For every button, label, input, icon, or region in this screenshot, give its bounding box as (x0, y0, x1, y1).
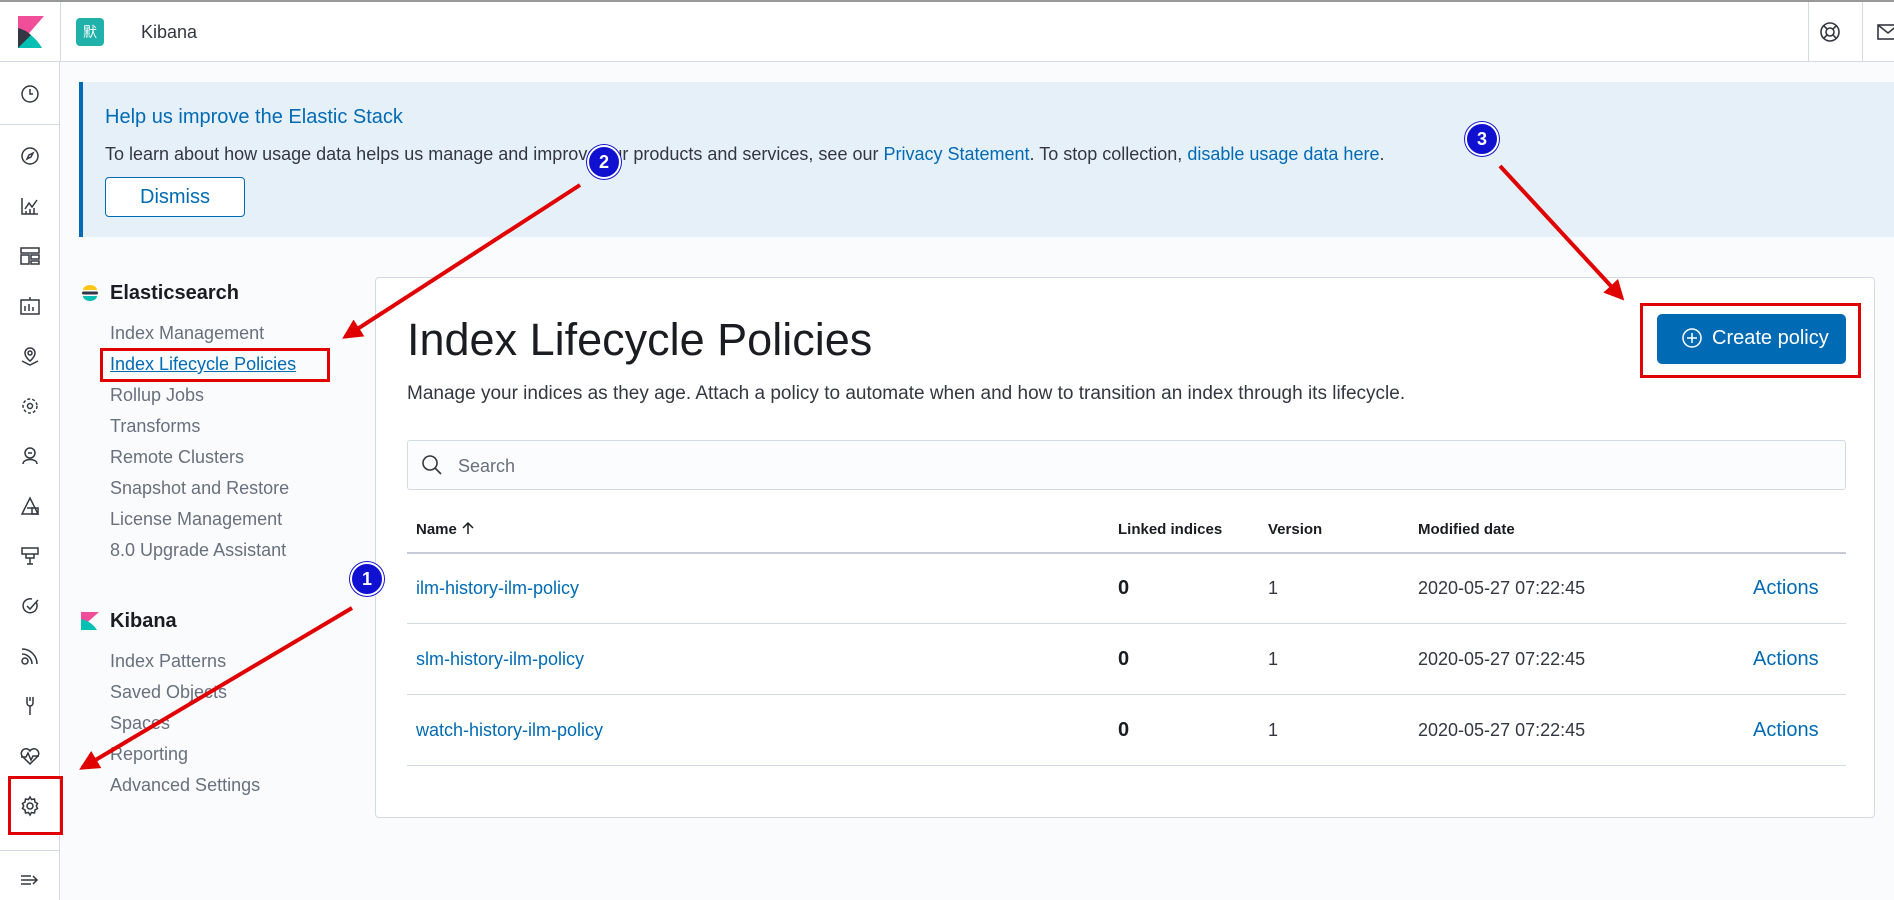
linked-indices-count: 0 (1118, 719, 1130, 741)
nav-divider (0, 850, 60, 851)
side-nav (0, 62, 60, 900)
highlight-box-management (8, 776, 63, 835)
actions-button[interactable]: Actions (1753, 577, 1819, 600)
sidebar-item-saved-objects[interactable]: Saved Objects (110, 682, 227, 703)
sidebar-item-index-management[interactable]: Index Management (110, 323, 264, 344)
column-header-modified-date[interactable]: Modified date (1418, 521, 1515, 538)
column-header-version[interactable]: Version (1268, 521, 1322, 538)
column-header-linked-indices[interactable]: Linked indices (1118, 521, 1222, 538)
collapse-nav-icon[interactable] (18, 868, 42, 892)
sidebar-item-remote-clusters[interactable]: Remote Clusters (110, 447, 244, 468)
metrics-icon[interactable] (18, 644, 42, 668)
dashboard-icon[interactable] (18, 244, 42, 268)
header-divider (1808, 2, 1809, 62)
elasticsearch-icon (82, 285, 98, 301)
search-box (407, 440, 1846, 490)
column-header-name[interactable]: Name (416, 521, 475, 538)
modified-date: 2020-05-27 07:22:45 (1418, 649, 1586, 669)
maps-icon[interactable] (18, 344, 42, 368)
linked-indices-count: 0 (1118, 648, 1130, 670)
policy-version: 1 (1268, 720, 1279, 740)
dev-tools-icon[interactable] (18, 694, 42, 718)
top-header: 默 Kibana (0, 0, 1894, 62)
modified-date: 2020-05-27 07:22:45 (1418, 720, 1586, 740)
mail-icon[interactable] (1876, 20, 1894, 44)
space-avatar[interactable]: 默 (76, 18, 104, 46)
step-badge-2: 2 (587, 145, 621, 179)
header-divider-line (407, 552, 1846, 554)
policy-version: 1 (1268, 578, 1279, 598)
discover-compass-icon[interactable] (18, 144, 42, 168)
logs-icon[interactable] (18, 494, 42, 518)
policy-name-link[interactable]: watch-history-ilm-policy (416, 720, 603, 741)
sort-ascending-icon (462, 521, 474, 534)
sidebar-item-upgrade-assistant[interactable]: 8.0 Upgrade Assistant (110, 540, 286, 561)
section-title-elasticsearch: Elasticsearch (110, 282, 239, 304)
app-title: Kibana (141, 22, 198, 42)
sidebar-item-spaces[interactable]: Spaces (110, 713, 170, 734)
callout-title: Help us improve the Elastic Stack (105, 106, 403, 128)
dismiss-button[interactable]: Dismiss (105, 177, 245, 217)
nav-divider (0, 124, 60, 125)
policy-version: 1 (1268, 649, 1279, 669)
callout-text-after: . (1379, 144, 1385, 164)
machine-learning-icon[interactable] (18, 394, 42, 418)
sidebar-item-advanced-settings[interactable]: Advanced Settings (110, 775, 260, 796)
search-input[interactable] (456, 451, 1830, 481)
header-divider (60, 2, 61, 62)
apm-icon[interactable] (18, 594, 42, 618)
linked-indices-count: 0 (1118, 577, 1130, 599)
disable-usage-data-link[interactable]: disable usage data here (1187, 144, 1379, 164)
kibana-section-icon (81, 612, 99, 630)
modified-date: 2020-05-27 07:22:45 (1418, 578, 1586, 598)
step-badge-3: 3 (1465, 122, 1499, 156)
policy-name-link[interactable]: ilm-history-ilm-policy (416, 578, 579, 599)
search-icon (422, 455, 442, 475)
sidebar-item-rollup-jobs[interactable]: Rollup Jobs (110, 385, 204, 406)
page-title: Index Lifecycle Policies (407, 314, 873, 365)
canvas-icon[interactable] (18, 294, 42, 318)
section-title-kibana: Kibana (110, 610, 177, 632)
sidebar-item-license-management[interactable]: License Management (110, 509, 282, 530)
help-icon[interactable] (1818, 20, 1842, 44)
sidebar-item-reporting[interactable]: Reporting (110, 744, 188, 765)
callout-text: To learn about how usage data helps us m… (105, 144, 1384, 165)
highlight-box-create-policy (1640, 303, 1861, 378)
header-divider (1862, 2, 1863, 62)
row-divider (407, 694, 1846, 695)
step-badge-1: 1 (350, 562, 384, 596)
row-divider (407, 765, 1846, 766)
actions-button[interactable]: Actions (1753, 719, 1819, 742)
telemetry-callout: Help us improve the Elastic Stack To lea… (79, 82, 1894, 237)
monitoring-heartbeat-icon[interactable] (18, 744, 42, 768)
column-header-name-label: Name (416, 521, 457, 538)
sidebar-item-index-patterns[interactable]: Index Patterns (110, 651, 226, 672)
highlight-box-ilm-link (100, 348, 330, 382)
privacy-statement-link[interactable]: Privacy Statement (883, 144, 1029, 164)
callout-text-middle: . To stop collection, (1029, 144, 1188, 164)
uptime-icon[interactable] (18, 544, 42, 568)
page-description: Manage your indices as they age. Attach … (407, 383, 1406, 404)
row-divider (407, 623, 1846, 624)
recent-clock-icon[interactable] (18, 82, 42, 106)
kibana-logo-icon[interactable] (18, 16, 44, 48)
actions-button[interactable]: Actions (1753, 648, 1819, 671)
policy-name-link[interactable]: slm-history-ilm-policy (416, 649, 584, 670)
sidebar-item-transforms[interactable]: Transforms (110, 416, 200, 437)
sidebar-item-snapshot-restore[interactable]: Snapshot and Restore (110, 478, 289, 499)
siem-icon[interactable] (18, 444, 42, 468)
callout-text-before: To learn about how usage data helps us m… (105, 144, 884, 164)
visualize-chart-icon[interactable] (18, 194, 42, 218)
